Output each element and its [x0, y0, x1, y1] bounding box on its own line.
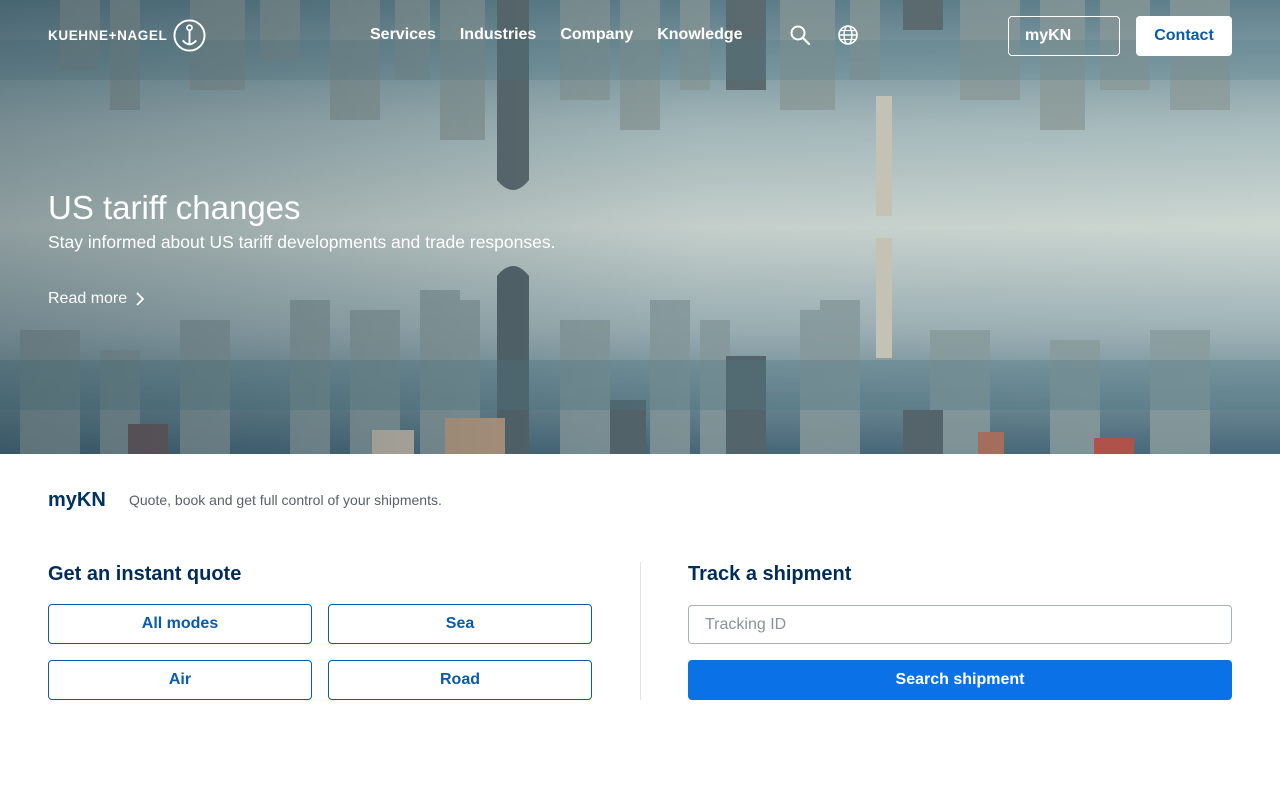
- quote-road-button[interactable]: Road: [328, 660, 592, 700]
- nav-services[interactable]: Services: [370, 25, 436, 45]
- nav-knowledge[interactable]: Knowledge: [657, 25, 742, 45]
- quote-sea-button[interactable]: Sea: [328, 604, 592, 644]
- quote-air-button[interactable]: Air: [48, 660, 312, 700]
- main-navigation: Services Industries Company Knowledge: [370, 25, 743, 45]
- section-divider: [640, 562, 641, 700]
- chevron-right-icon: [136, 292, 145, 306]
- hero-subtitle: Stay informed about US tariff developmen…: [48, 232, 556, 252]
- tracking-id-input[interactable]: [688, 605, 1232, 644]
- mykn-section-label: myKN: [48, 489, 106, 511]
- hero-banner: KUEHNE+NAGEL Services Industries Company…: [0, 0, 1280, 454]
- hero-title: US tariff changes: [48, 189, 301, 226]
- track-shipment-title: Track a shipment: [688, 563, 852, 585]
- search-shipment-button[interactable]: Search shipment: [688, 660, 1232, 700]
- contact-button[interactable]: Contact: [1136, 16, 1232, 56]
- kuehne-nagel-logo[interactable]: KUEHNE+NAGEL: [48, 19, 206, 52]
- instant-quote-title: Get an instant quote: [48, 563, 242, 585]
- read-more-label: Read more: [48, 290, 128, 307]
- logo-wordmark: KUEHNE+NAGEL: [48, 28, 168, 43]
- read-more-link[interactable]: Read more: [48, 289, 145, 309]
- search-icon[interactable]: [789, 24, 811, 46]
- anchor-logo-icon: [173, 19, 206, 52]
- nav-industries[interactable]: Industries: [460, 25, 536, 45]
- mykn-tagline: Quote, book and get full control of your…: [129, 492, 442, 508]
- globe-icon[interactable]: [837, 24, 859, 46]
- nav-company[interactable]: Company: [560, 25, 633, 45]
- mykn-button[interactable]: myKN: [1008, 16, 1120, 56]
- quote-all-modes-button[interactable]: All modes: [48, 604, 312, 644]
